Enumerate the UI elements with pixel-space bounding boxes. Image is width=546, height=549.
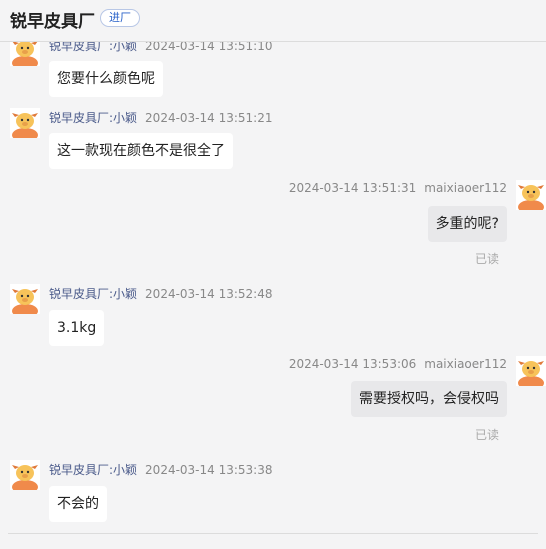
chat-message-list: 锐早皮具厂:小颖 2024-03-14 13:51:10 您要什么颜色呢 锐早皮具… <box>0 0 546 549</box>
seller-avatar <box>10 460 40 490</box>
buyer-name: maixiaoer112 <box>424 357 507 371</box>
message-bubble: 需要授权吗，会侵权吗 <box>351 381 507 417</box>
chat-header: 锐早皮具厂 进厂 <box>0 0 546 42</box>
message-meta: 2024-03-14 13:51:31 maixiaoer112 <box>289 181 507 195</box>
message-time: 2024-03-14 13:52:48 <box>145 287 273 301</box>
buyer-avatar <box>516 356 546 386</box>
message-bubble: 这一款现在颜色不是很全了 <box>49 133 233 169</box>
sender-name: 锐早皮具厂:小颖 <box>49 463 138 477</box>
message-time: 2024-03-14 13:51:31 <box>288 181 417 195</box>
message-meta: 锐早皮具厂:小颖 2024-03-14 13:52:48 <box>49 285 273 302</box>
message-bubble: 您要什么颜色呢 <box>49 61 163 97</box>
seller-avatar <box>10 284 40 314</box>
input-divider <box>8 533 538 534</box>
message-bubble: 3.1kg <box>49 310 105 346</box>
buyer-name: maixiaoer112 <box>424 181 507 195</box>
message-time: 2024-03-14 13:53:38 <box>145 463 273 477</box>
message-time: 2024-03-14 13:51:21 <box>145 111 273 125</box>
message-bubble: 不会的 <box>49 486 107 522</box>
message-bubble: 多重的呢? <box>427 206 507 242</box>
read-status: 已读 <box>474 428 499 442</box>
read-status: 已读 <box>474 252 499 266</box>
enter-shop-badge[interactable]: 进厂 <box>100 9 140 27</box>
sender-name: 锐早皮具厂:小颖 <box>49 111 138 125</box>
buyer-avatar <box>516 180 546 210</box>
shop-name[interactable]: 锐早皮具厂 <box>10 7 95 32</box>
message-time: 2024-03-14 13:53:06 <box>288 357 417 371</box>
message-meta: 锐早皮具厂:小颖 2024-03-14 13:51:21 <box>49 109 273 126</box>
seller-avatar <box>10 108 40 138</box>
message-meta: 2024-03-14 13:53:06 maixiaoer112 <box>289 357 507 371</box>
sender-name: 锐早皮具厂:小颖 <box>49 287 138 301</box>
message-meta: 锐早皮具厂:小颖 2024-03-14 13:53:38 <box>49 461 273 478</box>
